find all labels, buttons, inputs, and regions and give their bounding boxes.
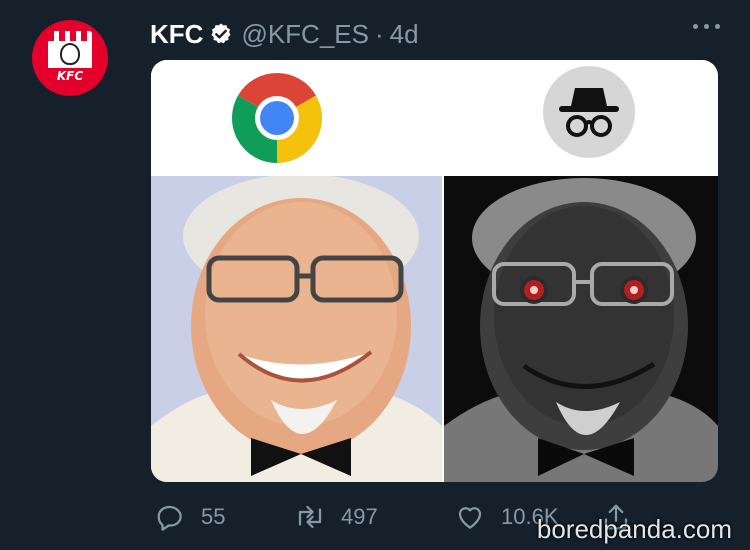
verified-badge-icon: [211, 23, 231, 44]
chrome-logo-icon: [232, 73, 322, 163]
tweet-media-card[interactable]: [151, 60, 718, 482]
kfc-avatar[interactable]: KFC: [32, 20, 108, 96]
reply-button[interactable]: 55: [155, 502, 295, 532]
tweet-header: KFC @KFC_ES · 4d: [150, 16, 419, 52]
more-icon[interactable]: [693, 24, 720, 29]
colonel-sanders-photo: [151, 176, 442, 482]
colonel-face-icon: [60, 43, 80, 65]
watermark: boredpanda.com: [536, 514, 732, 544]
avatar-logo-text: KFC: [48, 68, 92, 85]
tweet-timestamp[interactable]: 4d: [390, 19, 419, 50]
like-icon: [458, 507, 482, 529]
logo-stripes: [48, 31, 92, 41]
colonel-sanders-dark-photo: [444, 176, 718, 482]
author-name[interactable]: KFC: [150, 19, 203, 50]
retweet-count: 497: [341, 504, 378, 529]
incognito-icon: [543, 66, 635, 158]
reply-icon: [157, 505, 182, 531]
retweet-icon: [298, 505, 322, 529]
retweet-button[interactable]: 497: [295, 502, 455, 532]
media-header-strip: [151, 60, 718, 176]
separator-dot: ·: [374, 18, 384, 49]
reply-count: 55: [201, 504, 226, 529]
author-handle[interactable]: @KFC_ES: [241, 19, 369, 50]
kfc-logo: KFC: [48, 31, 92, 85]
